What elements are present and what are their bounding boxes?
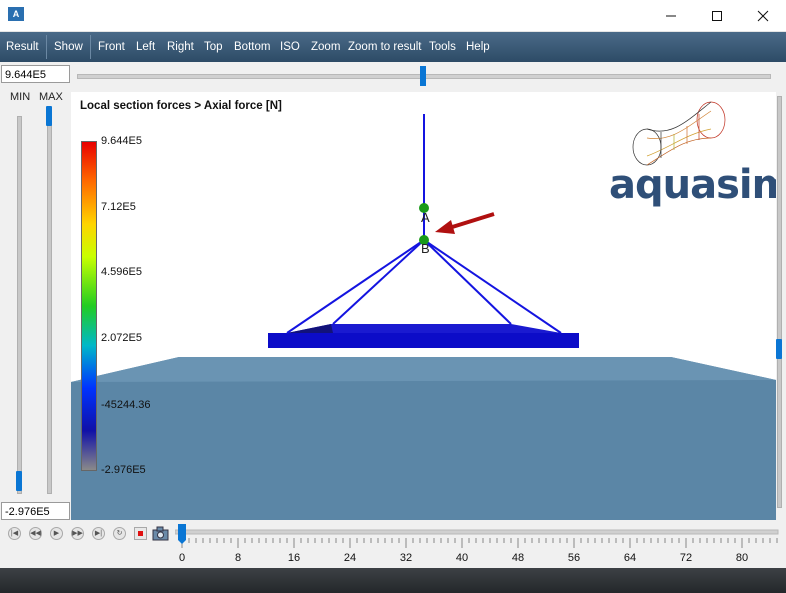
legend-title: Local section forces > Axial force [N] xyxy=(80,100,282,112)
timeline-tick-label: 56 xyxy=(567,552,581,564)
3d-viewport[interactable]: Local section forces > Axial force [N] 9… xyxy=(71,92,776,520)
minimize-icon[interactable] xyxy=(648,0,694,31)
max-slider-thumb[interactable] xyxy=(46,106,52,126)
menu-top[interactable]: Top xyxy=(204,32,223,62)
timeline-tick-label: 0 xyxy=(178,552,186,564)
status-bar xyxy=(0,568,786,593)
view-slider-thumb[interactable] xyxy=(420,66,426,86)
pointer-arrowhead xyxy=(435,220,455,234)
menu-zoom-to-result[interactable]: Zoom to result xyxy=(348,32,422,62)
title-bar: A xyxy=(0,0,786,32)
right-scroll-thumb[interactable] xyxy=(776,339,782,359)
menu-separator xyxy=(90,35,91,59)
timeline-tick-label: 8 xyxy=(234,552,242,564)
fast-forward-icon[interactable]: ▶▶ xyxy=(71,527,84,540)
menu-bottom[interactable]: Bottom xyxy=(234,32,270,62)
min-label: MIN xyxy=(10,91,31,103)
skip-start-icon[interactable]: |◀ xyxy=(8,527,21,540)
menu-tools[interactable]: Tools xyxy=(429,32,456,62)
loop-icon[interactable]: ↻ xyxy=(113,527,126,540)
maximize-icon[interactable] xyxy=(694,0,740,31)
legend-value: -2.976E5 xyxy=(101,464,146,476)
legend-value: 4.596E5 xyxy=(101,266,142,278)
menu-iso[interactable]: ISO xyxy=(280,32,300,62)
color-scale-bar xyxy=(81,141,97,471)
timeline-tick-label: 16 xyxy=(287,552,301,564)
skip-end-icon[interactable]: ▶| xyxy=(92,527,105,540)
pointer-arrow xyxy=(448,212,495,230)
menu-front[interactable]: Front xyxy=(98,32,125,62)
min-value-input[interactable]: -2.976E5 xyxy=(1,502,70,520)
menu-help[interactable]: Help xyxy=(466,32,490,62)
record-icon[interactable] xyxy=(134,527,147,540)
close-icon[interactable] xyxy=(740,0,786,31)
right-scroll-track[interactable] xyxy=(777,96,782,508)
timeline-tick-label: 40 xyxy=(455,552,469,564)
timeline-tick-label: 48 xyxy=(511,552,525,564)
min-slider-track[interactable] xyxy=(17,116,22,494)
toolbar-menu: Result Show Front Left Right Top Bottom … xyxy=(0,32,786,62)
timeline-thumb[interactable] xyxy=(178,524,186,544)
scene-svg xyxy=(71,101,776,520)
aquasim-logo-mesh xyxy=(632,101,726,166)
rewind-icon[interactable]: ◀◀ xyxy=(29,527,42,540)
min-slider-thumb[interactable] xyxy=(16,471,22,491)
app-icon[interactable]: A xyxy=(8,7,24,21)
legend-value: 2.072E5 xyxy=(101,332,142,344)
sling-line xyxy=(286,239,425,334)
menu-zoom[interactable]: Zoom xyxy=(311,32,340,62)
menu-left[interactable]: Left xyxy=(136,32,155,62)
aquasim-logo: aquasim xyxy=(609,162,776,208)
menu-result[interactable]: Result xyxy=(6,32,39,62)
menu-show[interactable]: Show xyxy=(54,32,83,62)
sling-line xyxy=(423,239,512,325)
max-slider-track[interactable] xyxy=(47,116,52,494)
timeline-tick-label: 32 xyxy=(399,552,413,564)
max-label: MAX xyxy=(39,91,63,103)
menu-right[interactable]: Right xyxy=(167,32,194,62)
sea-horizon xyxy=(71,357,776,382)
legend-value: -45244.36 xyxy=(101,399,151,411)
legend-value: 7.12E5 xyxy=(101,201,136,213)
timeline-tick-label: 24 xyxy=(343,552,357,564)
play-icon[interactable]: ▶ xyxy=(50,527,63,540)
node-b-label: B xyxy=(421,241,430,256)
menu-separator xyxy=(46,35,47,59)
max-value-input[interactable]: 9.644E5 xyxy=(1,65,70,83)
sling-line xyxy=(332,239,425,325)
legend-value: 9.644E5 xyxy=(101,135,142,147)
playback-bar: |◀ ◀◀ ▶ ▶▶ ▶| ↻ 0 8 16 24 32 40 48 56 64 72 80 xyxy=(0,520,786,568)
timeline-tick-label: 80 xyxy=(735,552,749,564)
sling-line xyxy=(423,239,562,334)
timeline-track[interactable] xyxy=(175,524,780,550)
timeline-tick-label: 72 xyxy=(679,552,693,564)
timeline-tick-label: 64 xyxy=(623,552,637,564)
barge-hull xyxy=(268,333,579,348)
camera-icon[interactable] xyxy=(152,526,169,541)
node-a-label: A xyxy=(421,210,430,225)
